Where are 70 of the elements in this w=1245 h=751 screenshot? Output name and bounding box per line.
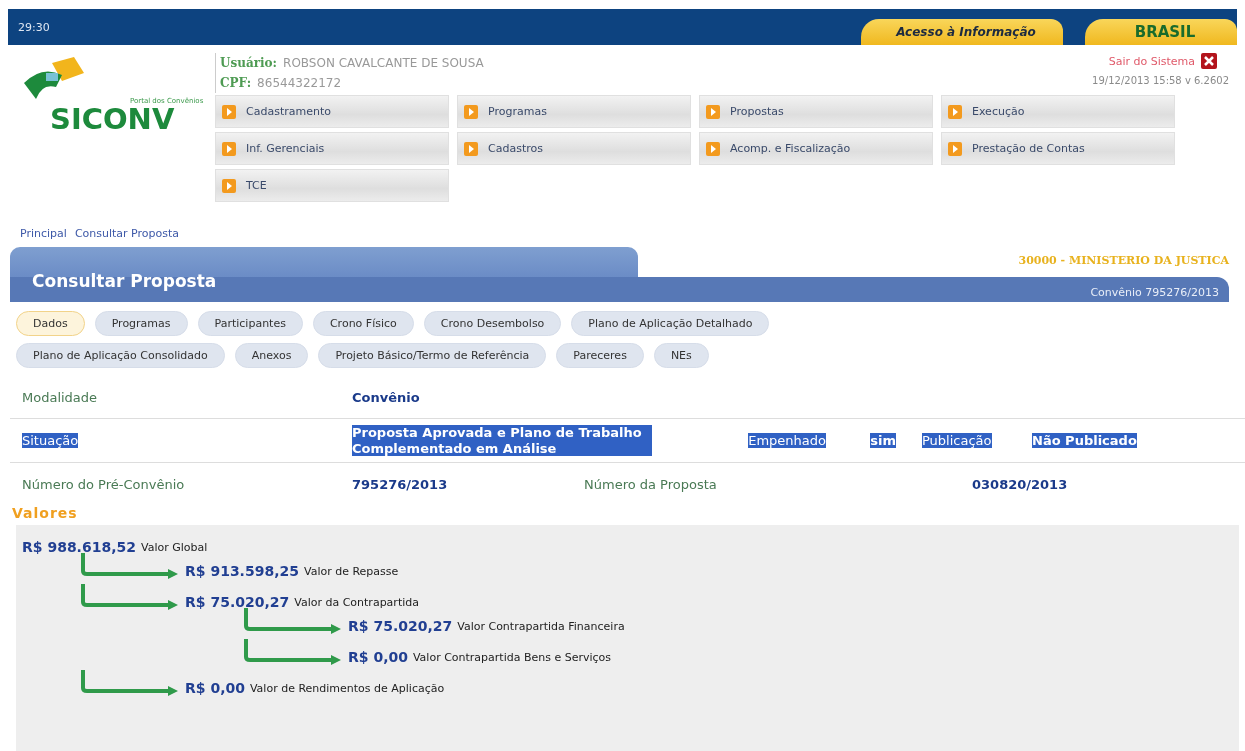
cpf-value: 86544322172 xyxy=(257,76,342,90)
field-label: Modalidade xyxy=(22,389,98,405)
play-icon xyxy=(948,141,962,156)
cpf-label: CPF: xyxy=(220,76,252,90)
tab[interactable]: Crono Físico xyxy=(312,311,414,336)
tab[interactable]: Projeto Básico/Termo de Referência xyxy=(318,343,547,368)
value-label: Valor de Rendimentos de Aplicação xyxy=(249,682,445,697)
value-label: Valor da Contrapartida xyxy=(294,596,419,611)
menu-button[interactable]: Programas xyxy=(457,95,691,128)
value-label: Valor Contrapartida Financeira xyxy=(457,620,625,635)
play-icon xyxy=(948,104,962,119)
play-icon xyxy=(464,141,478,156)
breadcrumb-link[interactable]: Consultar Proposta xyxy=(74,227,180,247)
amount: R$ 75.020,27 xyxy=(348,618,453,635)
amount: R$ 0,00 xyxy=(185,680,245,697)
organ-name: 30000 - MINISTERIO DA JUSTICA xyxy=(1018,254,1229,267)
tab[interactable]: Dados xyxy=(16,311,85,336)
amount: R$ 913.598,25 xyxy=(185,563,299,580)
field-label: Número da Proposta xyxy=(584,476,717,492)
field-label: Situação xyxy=(22,433,79,449)
close-icon[interactable] xyxy=(1201,53,1217,69)
field-value: 030820/2013 xyxy=(972,476,1068,492)
field-value: Convênio xyxy=(352,389,420,405)
tab[interactable]: Plano de Aplicação Detalhado xyxy=(571,311,770,336)
tab[interactable]: Pareceres xyxy=(556,343,644,368)
value-label: Valor de Repasse xyxy=(303,565,399,580)
field-value: Não Publicado xyxy=(1032,433,1137,449)
tab[interactable]: Participantes xyxy=(197,311,303,336)
agreement-reference: Convênio 795276/2013 xyxy=(1090,286,1219,299)
menu-button[interactable]: Acomp. e Fiscalização xyxy=(699,132,933,165)
play-icon xyxy=(464,104,478,119)
tab[interactable]: Plano de Aplicação Consolidado xyxy=(16,343,225,368)
tab[interactable]: NEs xyxy=(653,343,709,368)
menu-button[interactable]: Prestação de Contas xyxy=(941,132,1175,165)
play-icon xyxy=(222,178,236,193)
menu-button[interactable]: Execução xyxy=(941,95,1175,128)
play-icon xyxy=(706,104,720,119)
version-text: 19/12/2013 15:58 v 6.2602 xyxy=(1092,75,1229,86)
tab[interactable]: Anexos xyxy=(234,343,309,368)
menu-button[interactable]: Propostas xyxy=(699,95,933,128)
field-value: Proposta Aprovada e Plano de Trabalho Complementado em Análise xyxy=(352,425,652,457)
menu-button[interactable]: Cadastros xyxy=(457,132,691,165)
field-value: 795276/2013 xyxy=(352,476,448,492)
logo-text: SICONV xyxy=(50,105,175,134)
tab[interactable]: Programas xyxy=(94,311,188,336)
amount: R$ 75.020,27 xyxy=(185,594,290,611)
field-value: sim xyxy=(870,433,896,449)
menu-button[interactable]: TCE xyxy=(215,169,449,202)
logout-link[interactable]: Sair do Sistema xyxy=(1108,54,1195,68)
session-timer: 29:30 xyxy=(18,20,50,34)
amount: R$ 0,00 xyxy=(348,649,408,666)
user-label: Usuário: xyxy=(220,56,278,70)
header-link[interactable]: BRASIL xyxy=(1085,19,1237,45)
menu-button[interactable]: Inf. Gerenciais xyxy=(215,132,449,165)
header-link[interactable]: Acesso à Informação xyxy=(861,19,1063,45)
value-label: Valor Contrapartida Bens e Serviços xyxy=(412,651,612,666)
field-label: Empenhado xyxy=(748,433,826,449)
play-icon xyxy=(706,141,720,156)
value-label: Valor Global xyxy=(140,541,208,556)
tab[interactable]: Crono Desembolso xyxy=(423,311,562,336)
menu-button[interactable]: Cadastramento xyxy=(215,95,449,128)
section-title: Valores xyxy=(12,505,79,522)
panel-title: Consultar Proposta xyxy=(32,271,217,291)
field-label: Número do Pré-Convênio xyxy=(22,476,185,492)
amount: R$ 988.618,52 xyxy=(22,539,136,556)
user-name: ROBSON CAVALCANTE DE SOUSA xyxy=(283,56,484,70)
play-icon xyxy=(222,104,236,119)
play-icon xyxy=(222,141,236,156)
field-label: Publicação xyxy=(922,433,992,449)
breadcrumb-link[interactable]: Principal xyxy=(20,227,67,247)
